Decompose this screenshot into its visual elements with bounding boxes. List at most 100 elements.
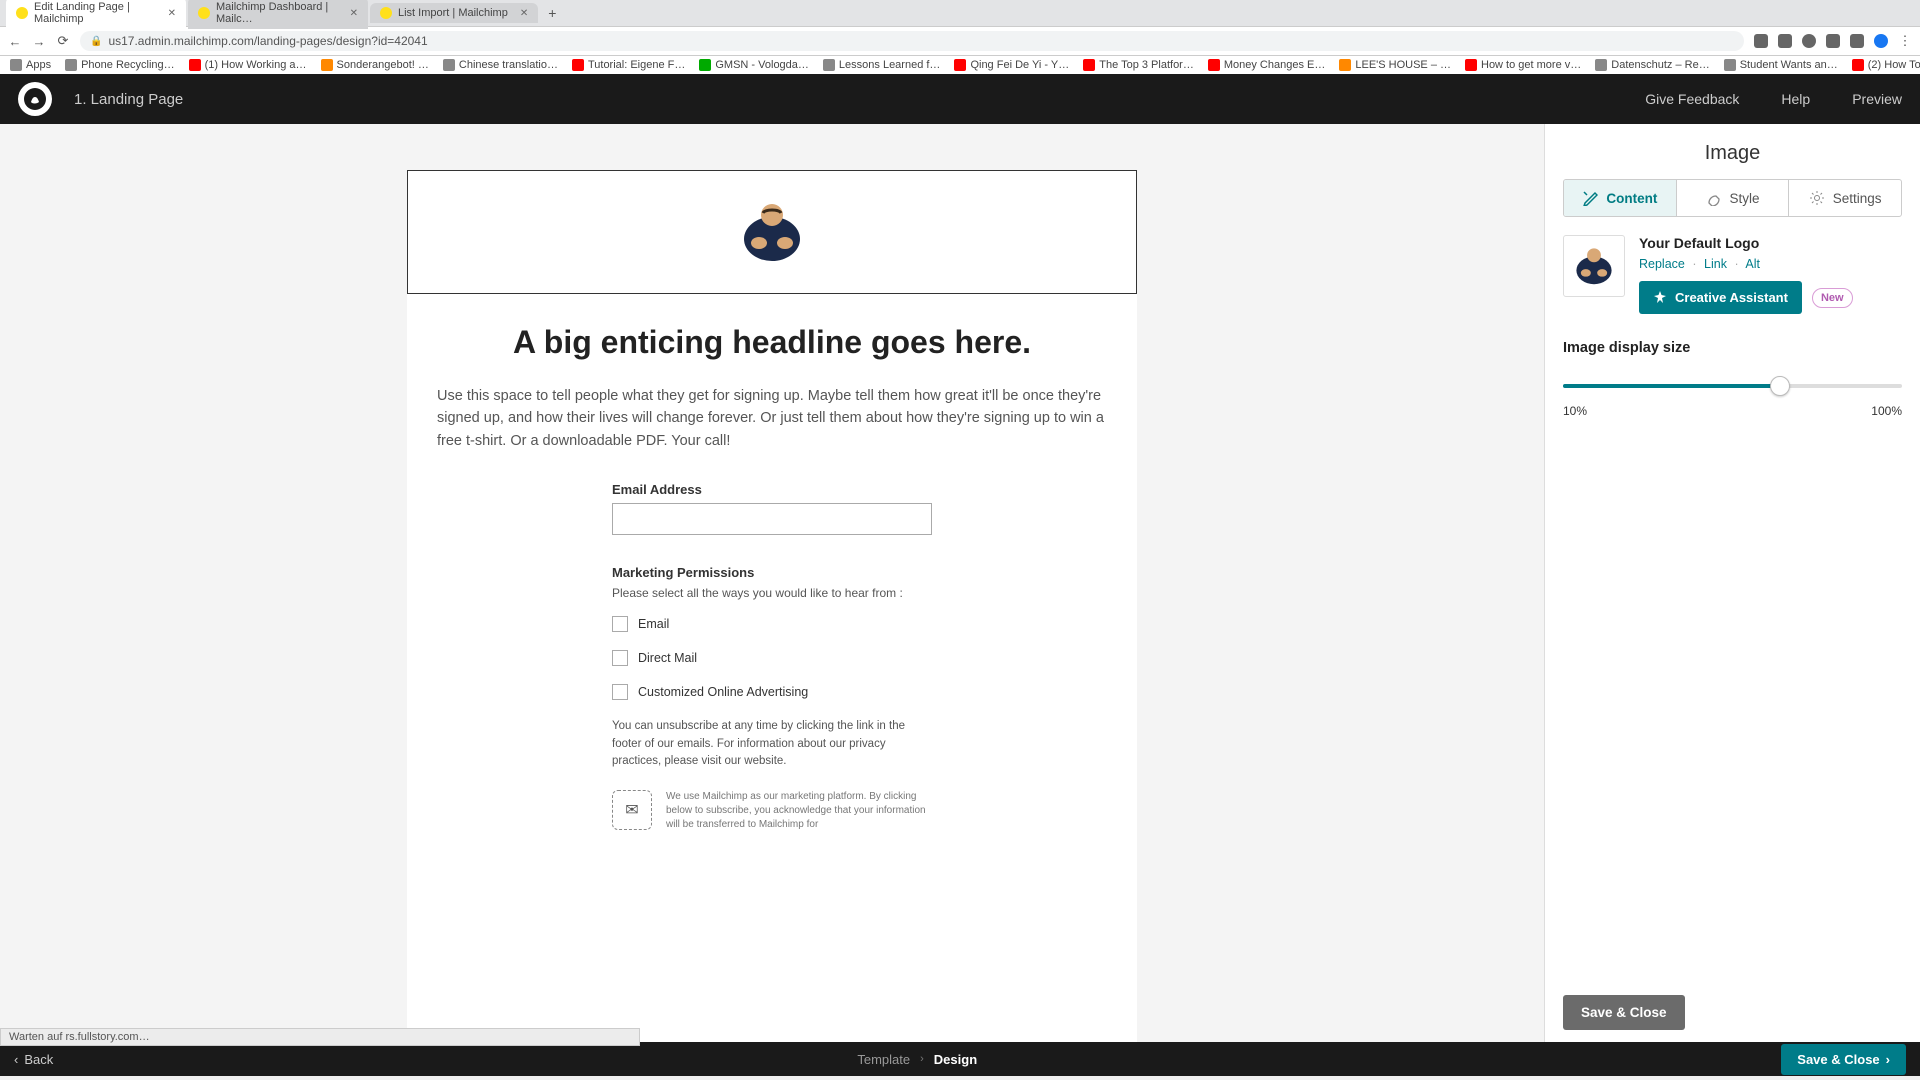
image-title: Your Default Logo [1639, 235, 1902, 251]
bookmark[interactable]: Money Changes E… [1208, 59, 1326, 71]
preview-link[interactable]: Preview [1852, 91, 1902, 107]
checkbox-row[interactable]: Direct Mail [612, 650, 932, 666]
bookmark-icon [1208, 59, 1220, 71]
extension-icons: ⋮ [1754, 34, 1912, 48]
bookmark[interactable]: Tutorial: Eigene F… [572, 59, 685, 71]
browser-chrome: Edit Landing Page | Mailchimp ✕ Mailchim… [0, 0, 1920, 74]
bookmark[interactable]: LEE'S HOUSE – … [1339, 59, 1451, 71]
bookmark-icon [321, 59, 333, 71]
ext-icon[interactable] [1754, 34, 1768, 48]
footer-save-close-button[interactable]: Save & Close › [1781, 1044, 1906, 1075]
app-header: 1. Landing Page Give Feedback Help Previ… [0, 74, 1920, 124]
unsubscribe-text: You can unsubscribe at any time by click… [612, 718, 932, 770]
bookmark[interactable]: Datenschutz – Re… [1595, 59, 1709, 71]
checkbox[interactable] [612, 684, 628, 700]
panel-title: Image [1563, 142, 1902, 165]
favicon-icon [16, 7, 28, 19]
bookmark[interactable]: Lessons Learned f… [823, 59, 941, 71]
link-link[interactable]: Link [1704, 257, 1727, 271]
mailchimp-logo-icon[interactable] [18, 82, 52, 116]
size-label: Image display size [1563, 340, 1902, 356]
badge-text: We use Mailchimp as our marketing platfo… [666, 790, 932, 832]
slider-min: 10% [1563, 404, 1587, 418]
chevron-right-icon: › [1886, 1052, 1890, 1067]
close-icon[interactable]: ✕ [520, 8, 528, 19]
ext-icon[interactable] [1850, 34, 1864, 48]
ext-icon[interactable] [1826, 34, 1840, 48]
bookmark[interactable]: GMSN - Vologda… [699, 59, 809, 71]
slider-fill [1563, 384, 1780, 388]
footer-bar: ‹ Back Template › Design Save & Close › [0, 1042, 1920, 1076]
bookmark[interactable]: Qing Fei De Yi - Y… [954, 59, 1069, 71]
bookmark-icon [1083, 59, 1095, 71]
headline-text[interactable]: A big enticing headline goes here. [407, 314, 1137, 385]
bookmark[interactable]: Sonderangebot! … [321, 59, 429, 71]
size-slider[interactable] [1563, 374, 1902, 398]
browser-tab[interactable]: Mailchimp Dashboard | Mailc… ✕ [188, 0, 368, 29]
tab-label: Mailchimp Dashboard | Mailc… [216, 1, 338, 25]
url-input[interactable]: 🔒 us17.admin.mailchimp.com/landing-pages… [80, 31, 1744, 51]
body-text[interactable]: Use this space to tell people what they … [407, 385, 1137, 482]
bookmark[interactable]: (1) How Working a… [189, 59, 307, 71]
forward-icon[interactable]: → [32, 34, 46, 48]
permissions-title: Marketing Permissions [612, 565, 932, 580]
bookmark[interactable]: Apps [10, 59, 51, 71]
replace-link[interactable]: Replace [1639, 257, 1685, 271]
workspace: A big enticing headline goes here. Use t… [0, 124, 1920, 1042]
browser-tab[interactable]: List Import | Mailchimp ✕ [370, 3, 538, 23]
mailchimp-badge: ✉ We use Mailchimp as our marketing plat… [612, 790, 932, 832]
tab-label: Edit Landing Page | Mailchimp [34, 1, 156, 25]
content-icon [1582, 190, 1598, 206]
bookmark-icon [823, 59, 835, 71]
permissions-subtitle: Please select all the ways you would lik… [612, 586, 932, 600]
bookmark[interactable]: (2) How To Add A… [1852, 59, 1920, 71]
menu-icon[interactable]: ⋮ [1898, 34, 1912, 48]
tab-strip: Edit Landing Page | Mailchimp ✕ Mailchim… [0, 0, 1920, 26]
bookmark-icon [1339, 59, 1351, 71]
crumb-template[interactable]: Template [857, 1052, 910, 1067]
close-icon[interactable]: ✕ [168, 8, 176, 19]
give-feedback-link[interactable]: Give Feedback [1645, 91, 1739, 107]
close-icon[interactable]: ✕ [350, 8, 358, 19]
ext-icon[interactable] [1802, 34, 1816, 48]
tab-settings[interactable]: Settings [1789, 180, 1901, 216]
browser-tab[interactable]: Edit Landing Page | Mailchimp ✕ [6, 0, 186, 29]
slider-thumb[interactable] [1770, 376, 1790, 396]
sparkle-icon [1653, 291, 1667, 305]
bookmark-icon [65, 59, 77, 71]
checkbox[interactable] [612, 650, 628, 666]
canvas-area[interactable]: A big enticing headline goes here. Use t… [0, 124, 1544, 1042]
bookmark[interactable]: Phone Recycling… [65, 59, 175, 71]
panel-save-close-button[interactable]: Save & Close [1563, 995, 1685, 1030]
alt-link[interactable]: Alt [1745, 257, 1760, 271]
checkbox-row[interactable]: Email [612, 616, 932, 632]
bookmark[interactable]: Chinese translatio… [443, 59, 558, 71]
help-link[interactable]: Help [1781, 91, 1810, 107]
checkbox-row[interactable]: Customized Online Advertising [612, 684, 932, 700]
email-label: Email Address [612, 482, 932, 497]
ext-icon[interactable] [1778, 34, 1792, 48]
profile-icon[interactable] [1874, 34, 1888, 48]
bookmark-icon [699, 59, 711, 71]
landing-page-canvas: A big enticing headline goes here. Use t… [407, 170, 1137, 1042]
bookmark[interactable]: How to get more v… [1465, 59, 1581, 71]
bookmark[interactable]: Student Wants an… [1724, 59, 1838, 71]
image-thumbnail[interactable] [1563, 235, 1625, 297]
slider-max: 100% [1871, 404, 1902, 418]
email-input[interactable] [612, 503, 932, 535]
checkbox[interactable] [612, 616, 628, 632]
tab-style[interactable]: Style [1677, 180, 1790, 216]
bookmarks-bar: Apps Phone Recycling… (1) How Working a…… [0, 56, 1920, 74]
creative-assistant-button[interactable]: Creative Assistant [1639, 281, 1802, 314]
style-icon [1706, 190, 1722, 206]
reload-icon[interactable]: ⟳ [56, 34, 70, 48]
crumb-design[interactable]: Design [934, 1052, 977, 1067]
new-tab-button[interactable]: + [540, 5, 564, 21]
address-bar: ← → ⟳ 🔒 us17.admin.mailchimp.com/landing… [0, 26, 1920, 56]
back-button[interactable]: ‹ Back [14, 1052, 53, 1067]
back-icon[interactable]: ← [8, 34, 22, 48]
logo-image-icon [737, 201, 807, 263]
tab-content[interactable]: Content [1564, 180, 1677, 216]
bookmark[interactable]: The Top 3 Platfor… [1083, 59, 1194, 71]
logo-block[interactable] [407, 170, 1137, 294]
